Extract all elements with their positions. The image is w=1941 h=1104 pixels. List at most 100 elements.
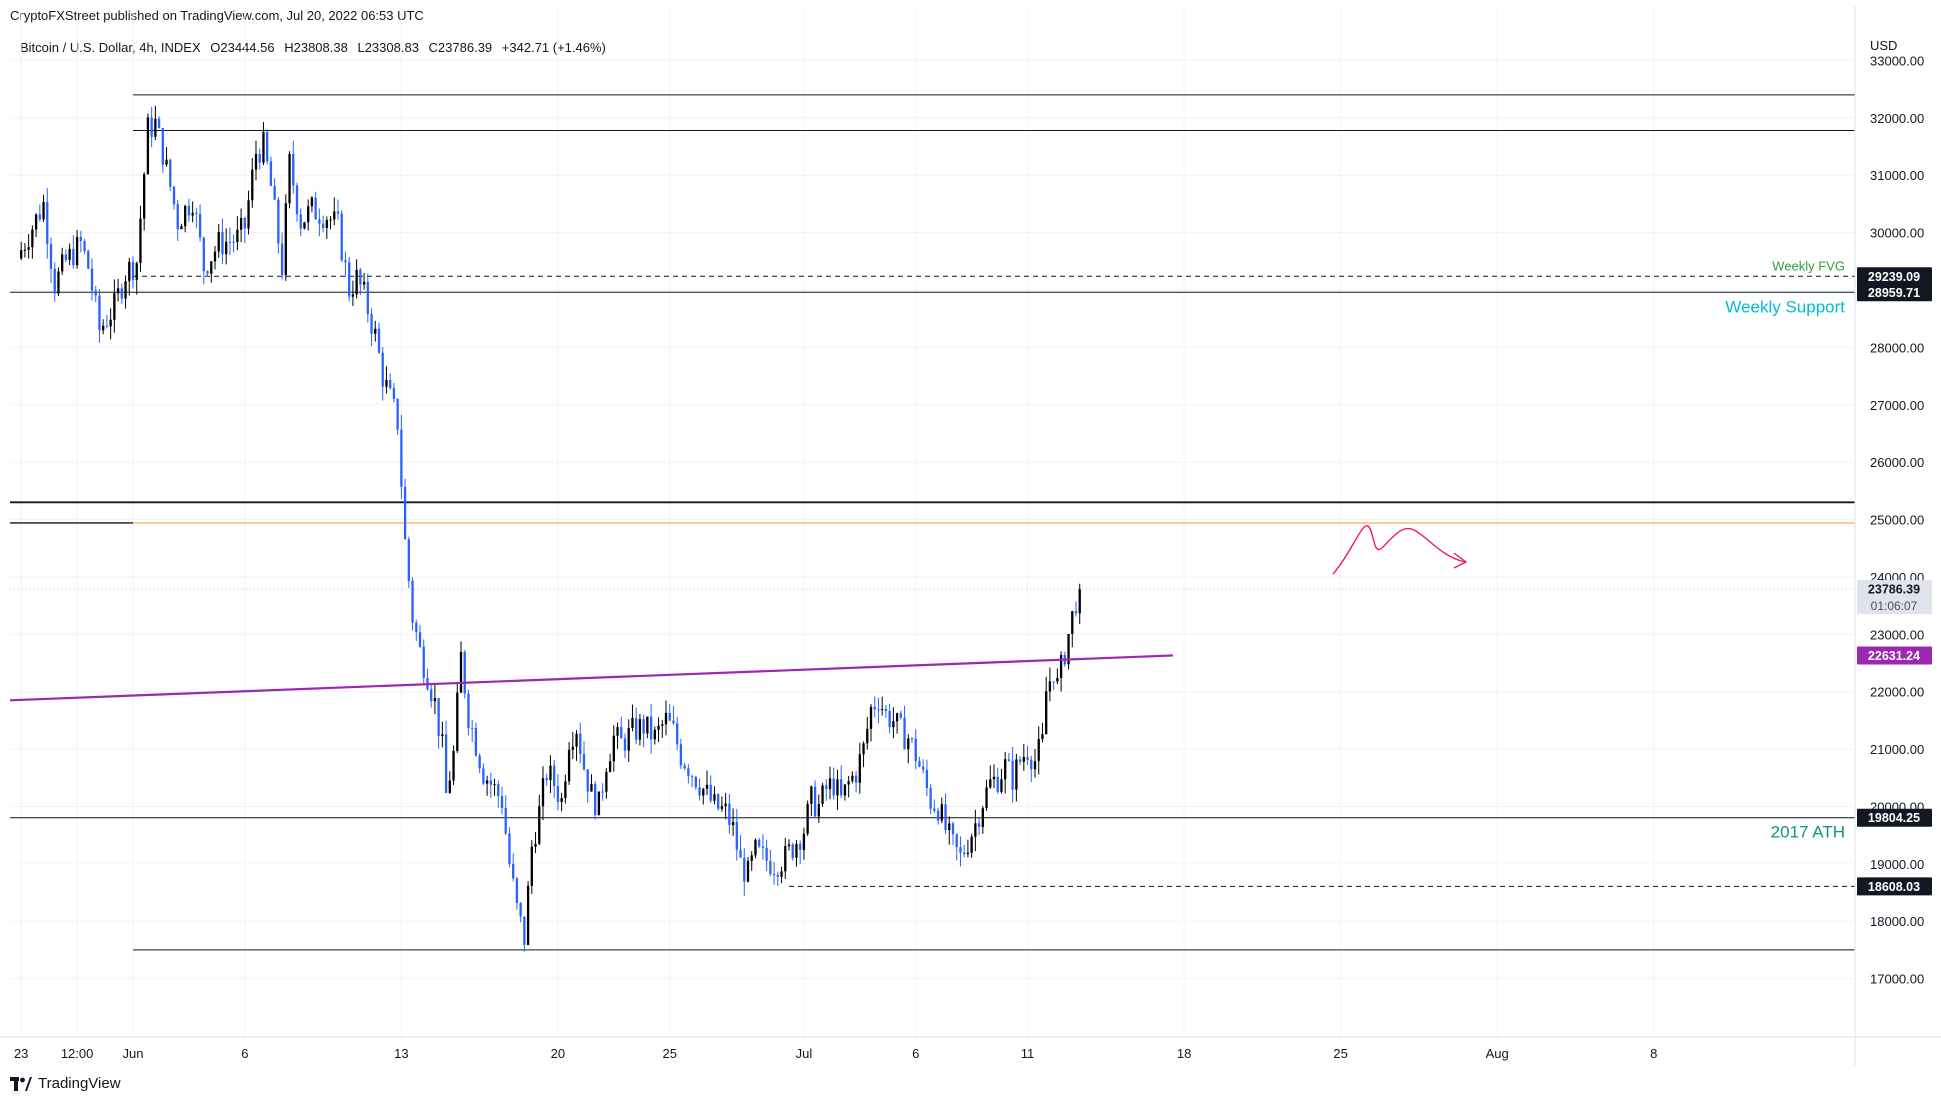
candle-body — [832, 778, 835, 796]
candle-body — [68, 248, 71, 260]
candle-body — [836, 779, 839, 796]
candle-body — [340, 213, 343, 261]
candle-body — [851, 775, 854, 782]
candle-body — [1018, 759, 1022, 762]
candle-body — [735, 821, 738, 850]
candle-body — [269, 161, 273, 186]
candle-body — [471, 727, 474, 729]
candle-body — [515, 878, 519, 903]
candle-body — [683, 765, 686, 769]
candle-body — [940, 804, 943, 821]
candle-body — [448, 780, 451, 793]
time-axis: 23 12:00 Jun 6 13 20 25 Jul 6 11 18 25 Aug 8 — [0, 1036, 1941, 1061]
candle-body — [258, 153, 261, 163]
y-tick-label: 21000.00 — [1870, 742, 1924, 757]
candle-body — [854, 775, 858, 783]
candle-body — [467, 693, 470, 728]
candle-body — [631, 717, 634, 728]
candle-body — [1026, 757, 1029, 760]
candle-body — [415, 622, 418, 633]
candle-body — [933, 808, 936, 811]
candle-body — [989, 779, 992, 788]
candle-body — [459, 651, 463, 693]
candle-body — [79, 236, 82, 241]
candle-body — [53, 268, 56, 294]
candle-body — [403, 486, 407, 540]
candle-body — [929, 787, 932, 809]
candle-body — [1071, 611, 1074, 634]
candle-body — [1045, 691, 1048, 735]
price-chart[interactable]: Weekly FVG Weekly Support 2017 ATH USD 1700… — [0, 0, 1941, 1104]
candle-body — [612, 735, 615, 762]
y-tick-label: 19000.00 — [1870, 857, 1924, 872]
candle-body — [210, 261, 213, 274]
candle-body — [109, 319, 112, 327]
candle-body — [452, 750, 455, 781]
y-tick-label: 33000.00 — [1870, 53, 1924, 68]
y-tick-label: 27000.00 — [1870, 398, 1924, 413]
candle-body — [616, 727, 619, 736]
y-tick-label: 23000.00 — [1870, 627, 1924, 642]
candle-body — [698, 787, 701, 796]
candle-body — [750, 855, 753, 861]
candle-body — [295, 185, 299, 215]
candle-body — [400, 429, 403, 487]
candle-body — [228, 241, 232, 243]
candle-body — [504, 808, 507, 834]
y-tick-label: 18000.00 — [1870, 914, 1924, 929]
candle-body — [299, 214, 302, 229]
candle-body — [690, 776, 694, 778]
candle-body — [579, 733, 582, 754]
candle-body — [840, 779, 843, 796]
y-tick-label: 28000.00 — [1870, 340, 1924, 355]
y-tick-label: 17000.00 — [1870, 972, 1924, 987]
candle-body — [20, 250, 23, 259]
candle-body — [292, 153, 295, 186]
candle-body — [866, 728, 869, 744]
candle-body — [724, 803, 727, 807]
candle-body — [187, 205, 191, 216]
tradingview-footer: TradingView — [10, 1075, 121, 1092]
candle-body — [717, 794, 720, 809]
candle-body — [232, 241, 235, 243]
x-tick-label: Jul — [796, 1046, 813, 1061]
candle-body — [888, 710, 891, 728]
candle-body — [508, 833, 511, 864]
candle-body — [910, 738, 914, 740]
candle-body — [1004, 759, 1007, 780]
candle-body — [411, 580, 414, 623]
candle-body — [694, 776, 697, 788]
candle-body — [877, 709, 880, 711]
candle-body — [601, 791, 604, 793]
candle-body — [195, 212, 198, 214]
candle-body — [936, 810, 940, 821]
candle-body — [1011, 760, 1014, 790]
candle-body — [202, 237, 205, 272]
candle-body — [1030, 759, 1033, 770]
candle-body — [541, 778, 545, 807]
chart-grid — [10, 6, 1855, 1036]
x-tick-label: 23 — [14, 1046, 28, 1061]
candle-body — [653, 729, 656, 740]
candle-body — [1037, 738, 1040, 762]
candle-body — [206, 271, 209, 274]
candle-body — [49, 244, 53, 269]
candle-body — [348, 262, 351, 297]
trendline — [9, 654, 1173, 702]
candle-body — [251, 169, 254, 201]
tradingview-logo-icon — [10, 1076, 32, 1091]
candle-body — [139, 218, 142, 264]
candle-body — [955, 834, 958, 848]
candle-body — [1052, 681, 1055, 683]
candle-body — [810, 786, 813, 804]
candle-body — [649, 716, 653, 740]
candle-body — [884, 708, 888, 711]
candle-body — [1048, 681, 1052, 692]
candle-body — [418, 632, 422, 647]
candle-body — [538, 806, 541, 844]
candle-body — [1078, 589, 1081, 614]
candle-body — [966, 852, 970, 854]
candle-body — [869, 706, 873, 729]
candle-body — [34, 214, 38, 230]
candle-body — [500, 796, 504, 809]
